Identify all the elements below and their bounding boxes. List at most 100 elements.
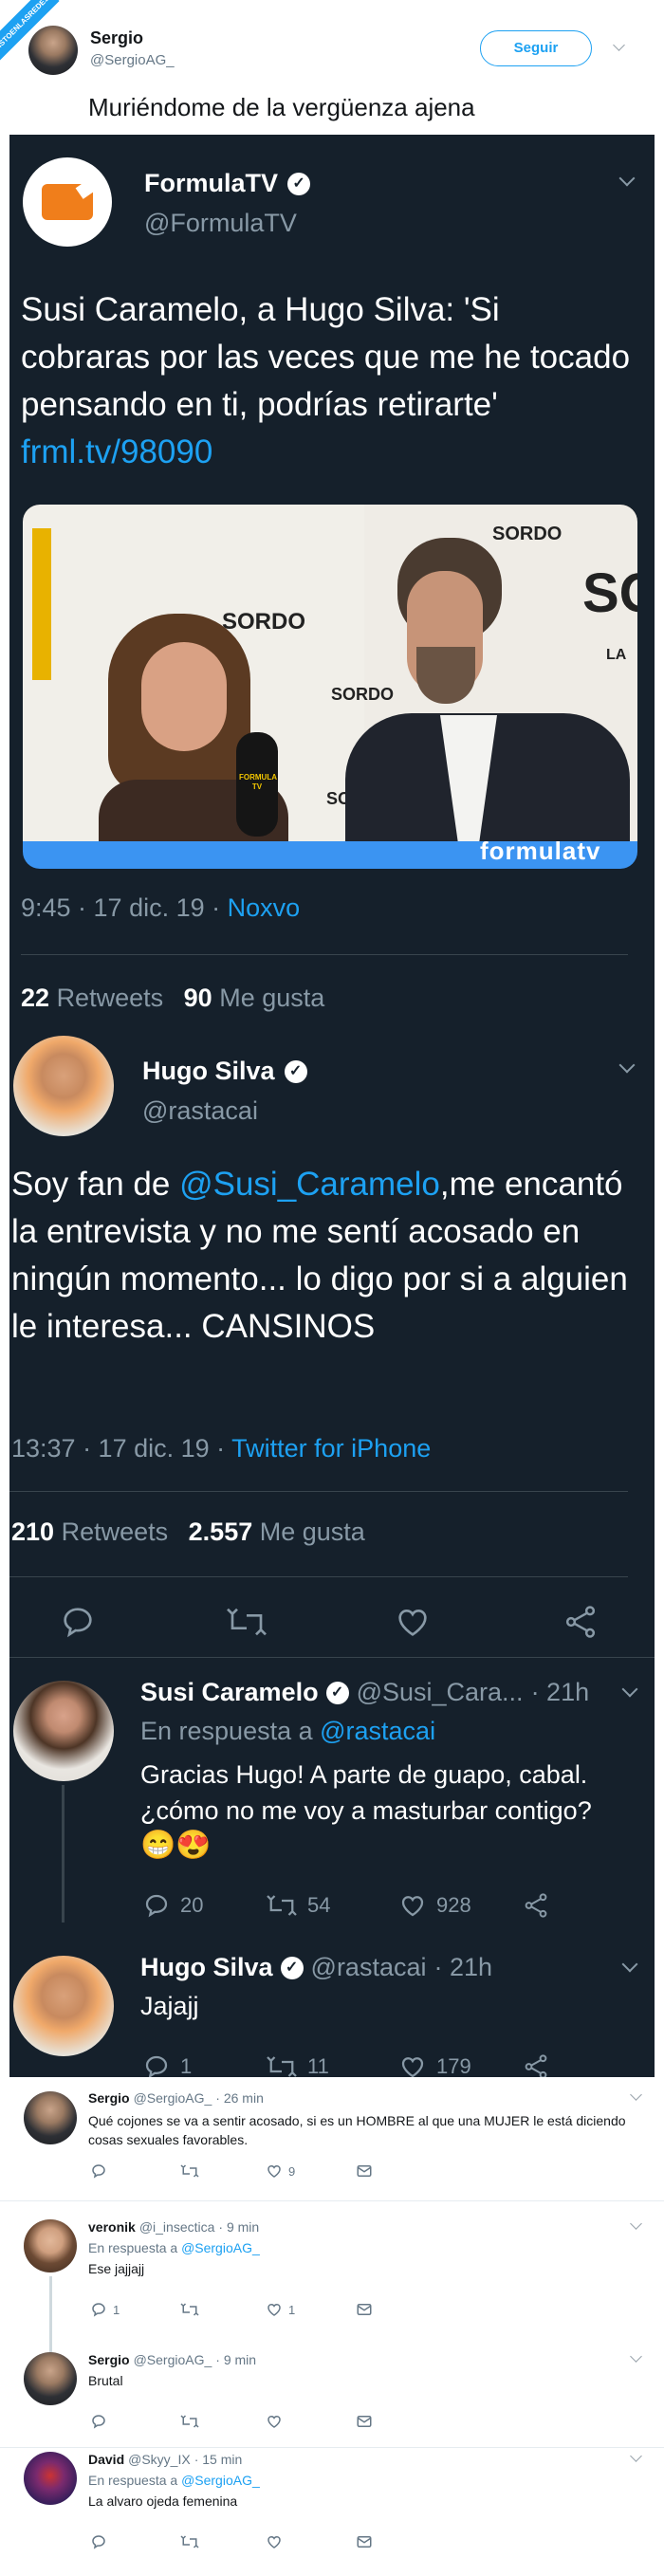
- formulatv-handle[interactable]: @FormulaTV: [144, 209, 297, 238]
- reply-button[interactable]: 1: [90, 2301, 180, 2318]
- avatar[interactable]: [28, 26, 78, 75]
- like-button[interactable]: [266, 2533, 356, 2550]
- author-name[interactable]: Sergio: [88, 2352, 130, 2367]
- hugo-avatar[interactable]: [13, 1036, 114, 1136]
- reply-to-mention[interactable]: @SergioAG_: [181, 2473, 260, 2488]
- formulatv-name[interactable]: FormulaTV: [144, 169, 278, 198]
- like-icon: [267, 2303, 281, 2316]
- sign-so: SO: [582, 562, 637, 624]
- list-item[interactable]: David @Skyy_IX · 15 min En respuesta a @…: [0, 2450, 664, 2576]
- reply-button[interactable]: [90, 2413, 180, 2430]
- hugo-reply-avatar[interactable]: [13, 1956, 114, 2056]
- avatar[interactable]: [24, 2219, 77, 2272]
- reply-to: En respuesta a @SergioAG_: [88, 2240, 260, 2255]
- author-name[interactable]: Sergio: [90, 28, 143, 48]
- likes-count[interactable]: 90: [184, 984, 212, 1012]
- formulatv-source[interactable]: Noxvo: [228, 893, 301, 922]
- reply-button[interactable]: [90, 2162, 180, 2180]
- mail-icon: [357, 2304, 372, 2315]
- likes-label[interactable]: Me gusta: [260, 1518, 365, 1546]
- like-count: 179: [436, 2054, 471, 2077]
- reply-button[interactable]: 1: [142, 2052, 266, 2077]
- like-button[interactable]: 1: [266, 2301, 356, 2318]
- reply-icon: [145, 1894, 168, 1918]
- like-icon[interactable]: [394, 1603, 432, 1641]
- author-handle[interactable]: @Skyy_IX: [128, 2452, 191, 2467]
- divider: [9, 1576, 628, 1577]
- author-name[interactable]: David: [88, 2452, 124, 2467]
- share-button[interactable]: [522, 2052, 560, 2077]
- reply-button[interactable]: 20: [142, 1891, 266, 1920]
- like-button[interactable]: 9: [266, 2162, 356, 2180]
- hugo-reply-handle[interactable]: @rastacai: [311, 1953, 427, 1982]
- retweet-button[interactable]: [180, 2533, 266, 2550]
- chevron-down-icon[interactable]: [630, 2088, 642, 2101]
- hugo-handle[interactable]: @rastacai: [142, 1096, 258, 1126]
- chevron-down-icon[interactable]: [630, 2217, 642, 2230]
- retweet-icon: [267, 2056, 297, 2077]
- share-button[interactable]: [522, 1891, 560, 1920]
- like-button[interactable]: 928: [398, 1891, 522, 1920]
- author-handle[interactable]: @SergioAG_: [134, 2352, 212, 2367]
- author-name[interactable]: veronik: [88, 2219, 136, 2235]
- follow-button[interactable]: Seguir: [480, 30, 592, 66]
- susi-handle[interactable]: @Susi_Cara...: [357, 1678, 524, 1707]
- susi-time[interactable]: · 21h: [531, 1678, 590, 1707]
- list-item[interactable]: Sergio @SergioAG_ · 9 min Brutal: [0, 2350, 664, 2438]
- likes-count[interactable]: 2.557: [189, 1518, 253, 1546]
- author-handle[interactable]: @SergioAG_: [134, 2090, 212, 2106]
- reply-icon[interactable]: [59, 1603, 97, 1641]
- reply-to-mention[interactable]: @rastacai: [320, 1717, 435, 1745]
- like-button[interactable]: 179: [398, 2052, 522, 2077]
- retweet-button[interactable]: [180, 2301, 266, 2318]
- chevron-down-icon[interactable]: [621, 1681, 638, 1698]
- retweet-icon[interactable]: [226, 1603, 267, 1641]
- video-thumbnail[interactable]: SORDO SORDO SORDO SORDO SO LA FORMULA TV…: [23, 505, 637, 869]
- retweets-count[interactable]: 210: [11, 1518, 54, 1546]
- susi-name[interactable]: Susi Caramelo: [140, 1678, 319, 1707]
- chevron-down-icon[interactable]: [621, 1956, 638, 1973]
- retweet-button[interactable]: 54: [266, 1891, 398, 1920]
- dm-button[interactable]: [356, 2162, 378, 2180]
- list-item[interactable]: Sergio @SergioAG_ · 26 min Qué cojones s…: [0, 2077, 664, 2199]
- tweet-time[interactable]: · 26 min: [215, 2090, 264, 2106]
- dm-button[interactable]: [356, 2301, 378, 2318]
- list-item[interactable]: veronik @i_insectica · 9 min En respuest…: [0, 2217, 664, 2352]
- retweets-count[interactable]: 22: [21, 984, 49, 1012]
- chevron-down-icon[interactable]: [630, 2350, 642, 2363]
- dm-button[interactable]: [356, 2533, 378, 2550]
- hugo-mention[interactable]: @Susi_Caramelo: [179, 1166, 440, 1203]
- reply-to-mention[interactable]: @SergioAG_: [181, 2240, 260, 2255]
- tweet-time[interactable]: · 9 min: [215, 2352, 256, 2367]
- avatar[interactable]: [24, 2452, 77, 2505]
- retweets-label[interactable]: Retweets: [62, 1518, 169, 1546]
- dm-button[interactable]: [356, 2413, 378, 2430]
- reply-button[interactable]: [90, 2533, 180, 2550]
- avatar[interactable]: [24, 2091, 77, 2144]
- author-handle[interactable]: @SergioAG_: [90, 52, 175, 68]
- author-name[interactable]: Sergio: [88, 2090, 130, 2106]
- tweet-time[interactable]: · 15 min: [194, 2452, 243, 2467]
- formulatv-avatar[interactable]: [23, 157, 112, 247]
- chevron-down-icon[interactable]: [618, 1057, 636, 1074]
- chevron-down-icon[interactable]: [630, 2450, 642, 2462]
- retweet-button[interactable]: [180, 2162, 266, 2180]
- hugo-reply-name[interactable]: Hugo Silva: [140, 1953, 273, 1982]
- tweet-time[interactable]: · 9 min: [218, 2219, 259, 2235]
- retweets-label[interactable]: Retweets: [57, 984, 164, 1012]
- hugo-source[interactable]: Twitter for iPhone: [231, 1434, 431, 1463]
- author-handle[interactable]: @i_insectica: [139, 2219, 215, 2235]
- chevron-down-icon[interactable]: [613, 39, 625, 51]
- retweet-button[interactable]: 11: [266, 2052, 398, 2077]
- retweet-button[interactable]: [180, 2413, 266, 2430]
- hugo-name[interactable]: Hugo Silva: [142, 1057, 275, 1086]
- hugo-reply-time[interactable]: · 21h: [433, 1953, 492, 1982]
- like-icon: [267, 2415, 281, 2428]
- formulatv-link[interactable]: frml.tv/98090: [21, 433, 212, 470]
- chevron-down-icon[interactable]: [618, 170, 636, 187]
- avatar[interactable]: [24, 2352, 77, 2405]
- likes-label[interactable]: Me gusta: [219, 984, 324, 1012]
- like-button[interactable]: [266, 2413, 356, 2430]
- susi-avatar[interactable]: [13, 1681, 114, 1781]
- share-icon[interactable]: [562, 1603, 599, 1641]
